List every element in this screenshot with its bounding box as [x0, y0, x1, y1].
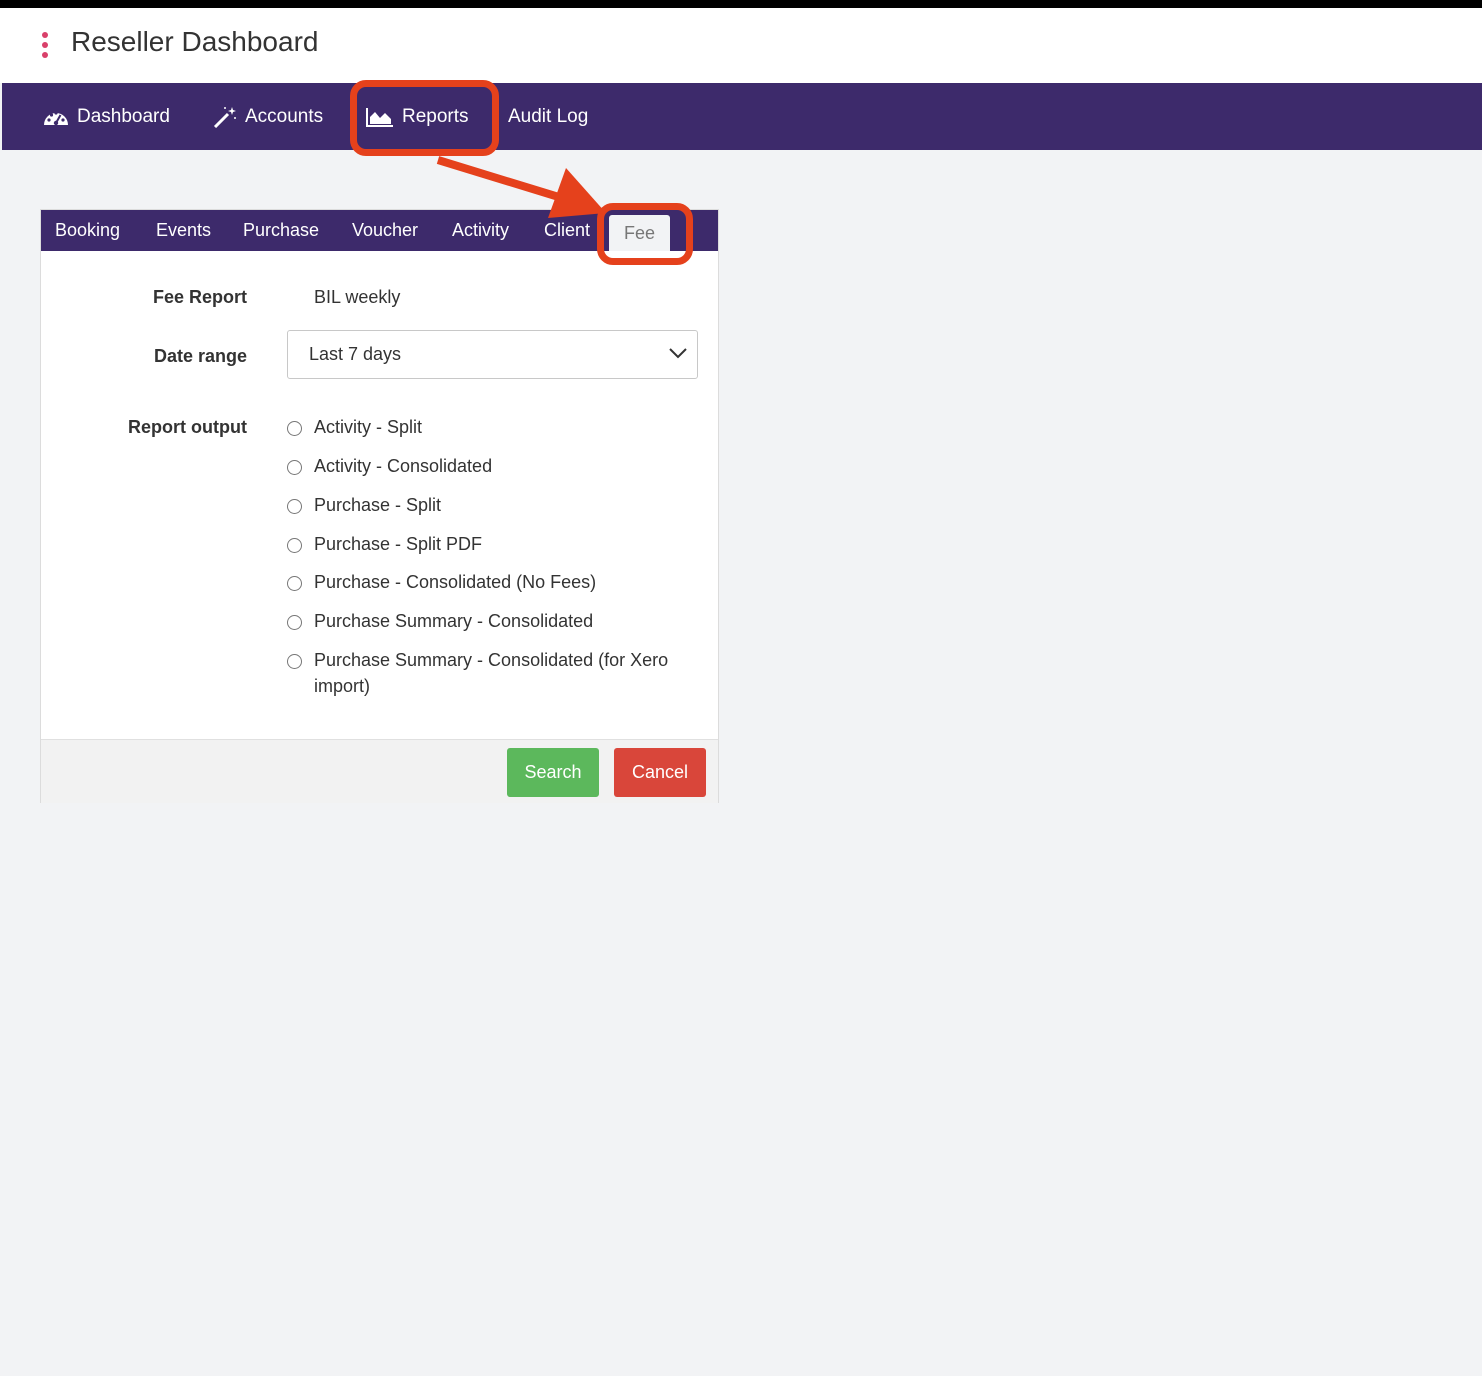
- radio-option[interactable]: Purchase - Split: [287, 495, 704, 518]
- nav-label: Audit Log: [508, 105, 589, 127]
- date-range-value: Last 7 days: [309, 344, 402, 364]
- form-footer: Search Cancel: [41, 739, 718, 803]
- radio-label: Purchase - Split: [314, 495, 442, 515]
- radio-label: Purchase - Consolidated (No Fees): [314, 572, 597, 592]
- radio-option[interactable]: Purchase - Split PDF: [287, 534, 704, 557]
- cancel-button[interactable]: Cancel: [614, 748, 706, 797]
- date-range-select[interactable]: Last 7 days: [287, 330, 698, 379]
- radio-button[interactable]: [287, 499, 302, 514]
- radio-button[interactable]: [287, 538, 302, 553]
- radio-button[interactable]: [287, 654, 302, 669]
- nav-label: Dashboard: [77, 105, 170, 127]
- nav-item-audit-log[interactable]: Audit Log: [508, 83, 588, 150]
- radio-button[interactable]: [287, 576, 302, 591]
- tab-events[interactable]: Events: [156, 210, 211, 251]
- tab-purchase[interactable]: Purchase: [243, 210, 319, 251]
- report-output-label: Report output: [128, 417, 247, 437]
- nav-item-accounts[interactable]: Accounts: [213, 83, 323, 150]
- app-header: Reseller Dashboard: [0, 8, 1482, 83]
- radio-option[interactable]: Purchase Summary - Consolidated (for Xer…: [287, 650, 704, 699]
- radio-label: Purchase - Split PDF: [314, 534, 483, 554]
- report-panel: Booking Events Purchase Voucher Activity…: [40, 209, 719, 803]
- dashboard-icon: [44, 110, 68, 125]
- nav-item-reports[interactable]: Reports: [366, 83, 469, 150]
- chevron-down-icon: [669, 348, 687, 359]
- radio-option[interactable]: Purchase Summary - Consolidated: [287, 611, 704, 634]
- radio-button[interactable]: [287, 615, 302, 630]
- radio-button[interactable]: [287, 421, 302, 436]
- nav-item-dashboard[interactable]: Dashboard: [43, 83, 170, 150]
- kebab-menu-icon[interactable]: [41, 32, 49, 60]
- radio-label: Purchase Summary - Consolidated: [314, 611, 594, 631]
- tab-fee[interactable]: Fee: [609, 215, 671, 251]
- fee-report-value: BIL weekly: [314, 287, 401, 307]
- report-tabs: Booking Events Purchase Voucher Activity…: [41, 210, 718, 251]
- area-chart-icon: [366, 107, 393, 127]
- radio-label: Purchase Summary - Consolidated (for Xer…: [314, 650, 669, 696]
- radio-label: Activity - Consolidated: [314, 456, 493, 476]
- top-border: [0, 0, 1482, 8]
- radio-button[interactable]: [287, 460, 302, 475]
- tab-client[interactable]: Client: [544, 210, 590, 251]
- radio-label: Activity - Split: [314, 417, 423, 437]
- main-nav: Dashboard Accounts Reports Audit Log: [2, 83, 1482, 150]
- magic-wand-icon: [213, 106, 236, 128]
- nav-label: Accounts: [245, 105, 324, 127]
- date-range-label: Date range: [153, 346, 247, 366]
- radio-option[interactable]: Activity - Consolidated: [287, 456, 704, 479]
- radio-option[interactable]: Activity - Split: [287, 417, 704, 440]
- app-title: Reseller Dashboard: [71, 26, 319, 57]
- tab-voucher[interactable]: Voucher: [352, 210, 418, 251]
- radio-option[interactable]: Purchase - Consolidated (No Fees): [287, 572, 704, 595]
- nav-label: Reports: [402, 105, 469, 127]
- search-button[interactable]: Search: [507, 748, 599, 797]
- tab-booking[interactable]: Booking: [55, 210, 120, 251]
- fee-report-label: Fee Report: [152, 287, 247, 307]
- tab-activity[interactable]: Activity: [452, 210, 509, 251]
